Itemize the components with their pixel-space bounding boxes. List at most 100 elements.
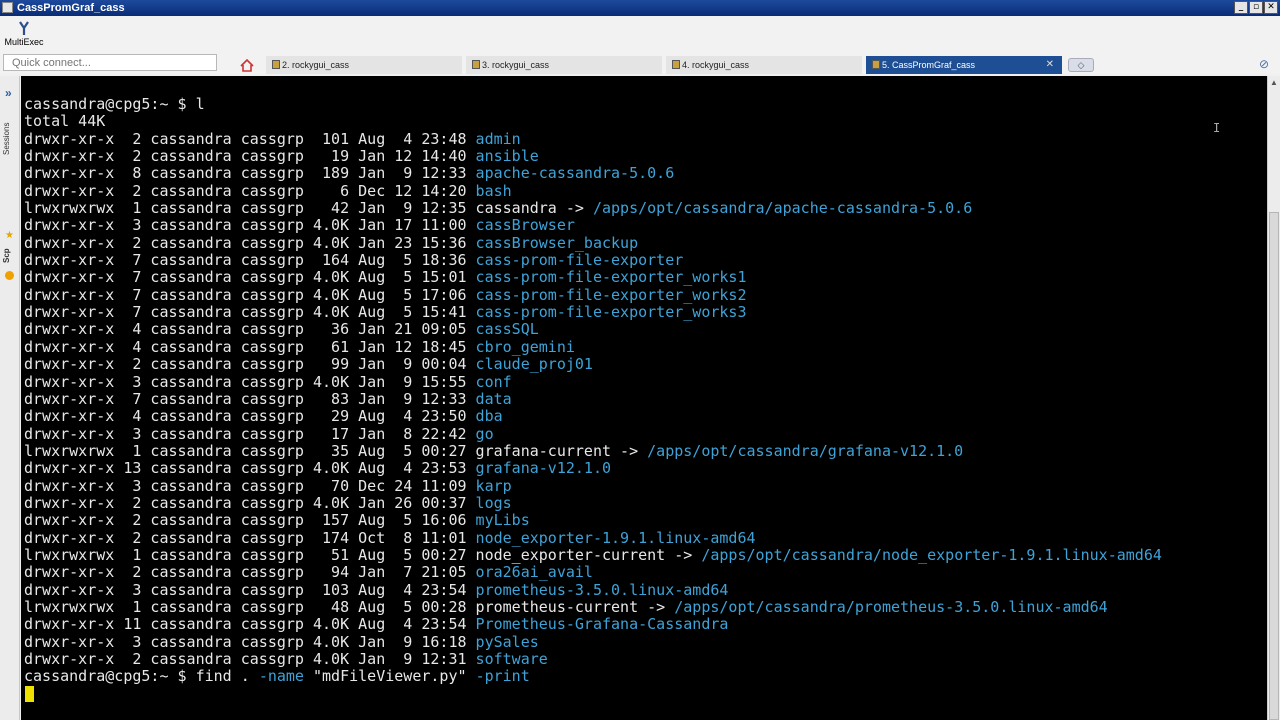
expand-sidebar-icon[interactable]: » — [5, 86, 12, 100]
scroll-up-icon[interactable]: ▲ — [1268, 76, 1280, 90]
app-icon — [2, 2, 13, 13]
scrollbar-thumb[interactable] — [1269, 212, 1279, 720]
listing-row: lrwxrwxrwx 1 cassandra cassgrp 35 Aug 5 … — [24, 441, 1162, 460]
minimize-button[interactable]: _ — [1234, 1, 1248, 14]
listing-row: drwxr-xr-x 2 cassandra cassgrp 19 Jan 12… — [24, 147, 1162, 165]
listing: drwxr-xr-x 2 cassandra cassgrp 101 Aug 4… — [24, 129, 1162, 669]
file-meta: drwxr-xr-x 4 cassandra cassgrp 61 Jan 12… — [24, 337, 476, 356]
listing-row: drwxr-xr-x 4 cassandra cassgrp 36 Jan 21… — [24, 321, 1162, 338]
listing-row: drwxr-xr-x 2 cassandra cassgrp 6 Dec 12 … — [24, 181, 1162, 200]
file-name: go — [475, 424, 494, 443]
terminal-icon — [872, 60, 880, 69]
file-meta: drwxr-xr-x 3 cassandra cassgrp 103 Aug 4… — [24, 580, 476, 599]
home-icon — [240, 58, 254, 72]
symlink-arrow: -> — [665, 545, 702, 564]
file-meta: drwxr-xr-x 2 cassandra cassgrp 174 Oct 8… — [24, 528, 476, 547]
listing-row: drwxr-xr-x 2 cassandra cassgrp 94 Jan 7 … — [24, 564, 1162, 581]
command-line: cassandra@cpg5:~ $ find . -name "mdFileV… — [24, 667, 530, 686]
tab-label: 5. CassPromGraf_cass — [882, 60, 976, 70]
file-meta: drwxr-xr-x 11 cassandra cassgrp 4.0K Aug… — [24, 615, 476, 634]
file-name: myLibs — [475, 511, 530, 530]
listing-row: drwxr-xr-x 11 cassandra cassgrp 4.0K Aug… — [24, 616, 1162, 633]
tab-3[interactable]: 3. rockygui_cass — [466, 56, 662, 74]
file-meta: drwxr-xr-x 2 cassandra cassgrp 94 Jan 7 … — [24, 563, 476, 582]
file-name: cbro_gemini — [475, 337, 575, 356]
restore-button[interactable]: ▫ — [1249, 1, 1263, 14]
home-tab[interactable] — [236, 56, 258, 74]
symlink-target: /apps/opt/cassandra/apache-cassandra-5.0… — [592, 199, 973, 218]
file-name: grafana-current — [475, 441, 612, 460]
file-name: ora26ai_avail — [475, 563, 593, 582]
mouse-ibeam-icon: I — [1213, 121, 1221, 135]
file-name: cassBrowser — [475, 216, 575, 235]
listing-row: drwxr-xr-x 2 cassandra cassgrp 157 Aug 5… — [24, 512, 1162, 529]
listing-row: drwxr-xr-x 3 cassandra cassgrp 17 Jan 8 … — [24, 424, 1162, 443]
file-name: pySales — [475, 632, 539, 651]
listing-row: drwxr-xr-x 2 cassandra cassgrp 174 Oct 8… — [24, 528, 1162, 547]
tab-5-active[interactable]: 5. CassPromGraf_cass ✕ — [866, 56, 1062, 74]
file-name: cassandra — [475, 199, 557, 218]
multiexec-button[interactable]: MultiExec — [4, 18, 44, 52]
file-meta: drwxr-xr-x 8 cassandra cassgrp 189 Jan 9… — [24, 164, 476, 183]
symlink-target: /apps/opt/cassandra/grafana-v12.1.0 — [647, 441, 964, 460]
file-meta: drwxr-xr-x 2 cassandra cassgrp 99 Jan 9 … — [24, 355, 476, 374]
file-meta: drwxr-xr-x 2 cassandra cassgrp 4.0K Jan … — [24, 233, 476, 252]
file-meta: drwxr-xr-x 2 cassandra cassgrp 157 Aug 5… — [24, 511, 476, 530]
attach-icon[interactable]: ⊘ — [1259, 57, 1273, 71]
file-meta: drwxr-xr-x 3 cassandra cassgrp 4.0K Jan … — [24, 216, 476, 235]
scp-tab[interactable]: Scp — [2, 244, 18, 268]
tab-4[interactable]: 4. rockygui_cass — [666, 56, 862, 74]
terminal-icon — [472, 60, 480, 69]
close-button[interactable]: ✕ — [1264, 1, 1278, 14]
vertical-scrollbar[interactable]: ▲ — [1267, 76, 1280, 720]
listing-row: drwxr-xr-x 3 cassandra cassgrp 103 Aug 4… — [24, 580, 1162, 599]
symlink-target: /apps/opt/cassandra/prometheus-3.5.0.lin… — [674, 597, 1108, 616]
total-line: total 44K — [24, 112, 106, 131]
listing-row: drwxr-xr-x 7 cassandra cassgrp 83 Jan 9 … — [24, 390, 1162, 408]
fork-icon — [19, 21, 29, 35]
tab-2[interactable]: 2. rockygui_cass — [266, 56, 462, 74]
file-meta: drwxr-xr-x 4 cassandra cassgrp 29 Aug 4 … — [24, 407, 476, 426]
file-name: cassBrowser_backup — [475, 233, 639, 252]
symlink-arrow: -> — [556, 199, 593, 218]
listing-row: drwxr-xr-x 3 cassandra cassgrp 4.0K Jan … — [24, 373, 1162, 391]
file-meta: drwxr-xr-x 2 cassandra cassgrp 6 Dec 12 … — [24, 181, 476, 200]
listing-row: drwxr-xr-x 8 cassandra cassgrp 189 Jan 9… — [24, 165, 1162, 182]
file-name: cass-prom-file-exporter_works1 — [475, 268, 747, 287]
file-meta: drwxr-xr-x 4 cassandra cassgrp 36 Jan 21… — [24, 320, 476, 339]
listing-row: drwxr-xr-x 2 cassandra cassgrp 99 Jan 9 … — [24, 355, 1162, 374]
multiexec-label: MultiExec — [4, 37, 44, 47]
file-meta: lrwxrwxrwx 1 cassandra cassgrp 51 Aug 5 … — [24, 545, 476, 564]
file-meta: drwxr-xr-x 2 cassandra cassgrp 101 Aug 4… — [24, 129, 476, 148]
new-tab-button[interactable]: ◇ — [1068, 58, 1094, 72]
star-icon[interactable]: ★ — [5, 230, 14, 241]
terminal-icon — [272, 60, 280, 69]
quick-connect-input[interactable] — [3, 54, 217, 71]
listing-row: drwxr-xr-x 4 cassandra cassgrp 29 Aug 4 … — [24, 408, 1162, 425]
file-name: karp — [475, 476, 512, 495]
tab-close-icon[interactable]: ✕ — [1046, 56, 1054, 74]
file-name: node_exporter-current — [475, 545, 666, 564]
tools-icon[interactable] — [5, 271, 14, 280]
symlink-target: /apps/opt/cassandra/node_exporter-1.9.1.… — [701, 545, 1162, 564]
listing-row: lrwxrwxrwx 1 cassandra cassgrp 48 Aug 5 … — [24, 597, 1162, 616]
file-name: Prometheus-Grafana-Cassandra — [475, 615, 729, 634]
file-meta: drwxr-xr-x 2 cassandra cassgrp 4.0K Jan … — [24, 650, 476, 668]
listing-row: drwxr-xr-x 3 cassandra cassgrp 4.0K Jan … — [24, 632, 1162, 651]
listing-row: drwxr-xr-x 7 cassandra cassgrp 164 Aug 5… — [24, 251, 1162, 269]
sessions-tab[interactable]: Sessions — [2, 114, 18, 164]
file-name: apache-cassandra-5.0.6 — [475, 164, 675, 183]
listing-row: drwxr-xr-x 2 cassandra cassgrp 4.0K Jan … — [24, 233, 1162, 252]
listing-row: drwxr-xr-x 2 cassandra cassgrp 4.0K Jan … — [24, 650, 1162, 668]
listing-row: drwxr-xr-x 4 cassandra cassgrp 61 Jan 12… — [24, 337, 1162, 356]
terminal[interactable]: cassandra@cpg5:~ $ l total 44K drwxr-xr-x … — [21, 76, 1267, 720]
file-name: cassSQL — [475, 320, 539, 339]
file-name: admin — [475, 129, 521, 148]
file-meta: drwxr-xr-x 3 cassandra cassgrp 4.0K Jan … — [24, 632, 476, 651]
file-meta: drwxr-xr-x 3 cassandra cassgrp 70 Dec 24… — [24, 476, 476, 495]
file-meta: drwxr-xr-x 2 cassandra cassgrp 4.0K Jan … — [24, 493, 476, 512]
file-meta: drwxr-xr-x 13 cassandra cassgrp 4.0K Aug… — [24, 459, 476, 478]
tab-label: 3. rockygui_cass — [482, 60, 550, 70]
symlink-arrow: -> — [611, 441, 648, 460]
file-meta: lrwxrwxrwx 1 cassandra cassgrp 48 Aug 5 … — [24, 597, 476, 616]
